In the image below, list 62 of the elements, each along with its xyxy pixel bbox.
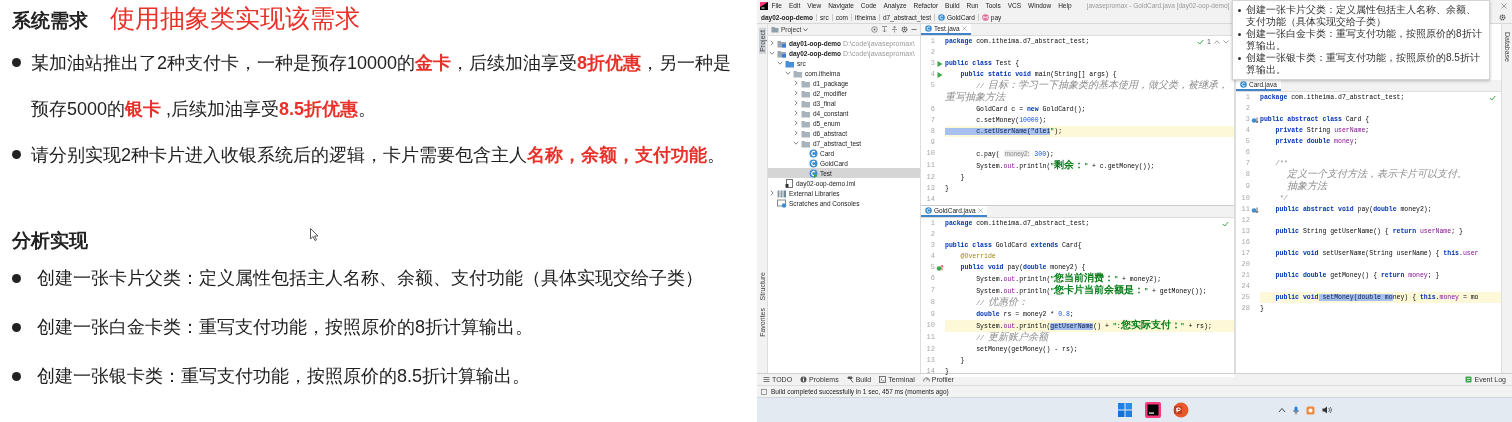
class-icon xyxy=(809,158,818,168)
target-icon[interactable] xyxy=(871,26,878,33)
hammer-icon xyxy=(846,376,854,383)
chevron-up-icon[interactable] xyxy=(1278,407,1286,413)
class-icon xyxy=(938,13,945,21)
microphone-icon[interactable] xyxy=(1293,405,1299,415)
bullet-text: 某加油站推出了2种支付卡，一种是预存10000的金卡，后续加油享受8折优惠，另一种是预存5000的银卡 ,后续加油享受8.5折优惠。 xyxy=(31,52,733,121)
file-icon xyxy=(785,178,794,188)
console-icon xyxy=(777,198,787,208)
list-icon xyxy=(763,376,770,383)
info-icon xyxy=(800,376,808,383)
app-tray-icon[interactable] xyxy=(1306,405,1315,415)
code-line: 抽象方法 xyxy=(1286,181,1329,193)
bullet-dot xyxy=(12,323,21,332)
bullet-dot xyxy=(1238,33,1241,36)
bullet-dot xyxy=(1238,9,1241,12)
class-icon xyxy=(809,168,818,178)
chevron-down-icon[interactable] xyxy=(1223,39,1229,44)
caret-icon xyxy=(803,27,809,32)
start-icon[interactable] xyxy=(1117,402,1133,418)
bullet-text: 创建一张卡片父类：定义属性包括主人名称、余额、支付功能（具体实现交给子类） xyxy=(37,267,703,290)
bullet-text: 创建一张银卡类：重写支付功能，按照原价的8.5折计算输出。 xyxy=(1246,52,1481,76)
presentation-app-icon[interactable] xyxy=(1173,402,1189,418)
check-icon[interactable] xyxy=(1222,220,1229,227)
expand-all-icon[interactable] xyxy=(891,26,898,33)
app-logo-icon[interactable] xyxy=(760,1,768,10)
section-heading: 分析实现 xyxy=(12,229,88,253)
bullet-dot xyxy=(12,372,21,381)
close-icon[interactable] xyxy=(977,208,983,213)
terminal-icon xyxy=(879,376,887,383)
bullet-dot xyxy=(12,58,21,67)
module-folder-icon xyxy=(777,38,787,48)
slide-title: 使用抽象类实现该需求 xyxy=(110,3,360,34)
code-line: 定义一个支付方法，表示卡片可以支付。 xyxy=(1286,169,1469,180)
close-icon[interactable] xyxy=(1501,2,1507,9)
collapse-all-icon[interactable] xyxy=(881,26,888,33)
class-icon xyxy=(925,25,932,32)
class-icon xyxy=(809,148,818,158)
module-folder-icon xyxy=(777,48,787,58)
folder-icon xyxy=(771,26,779,33)
bullet-dot xyxy=(1238,57,1241,60)
check-icon[interactable] xyxy=(1197,38,1205,45)
method-icon xyxy=(981,13,989,21)
ide-app-icon[interactable] xyxy=(1145,402,1161,418)
bullet-text: 创建一张卡片父类：定义属性包括主人名称、余额、支付功能（具体实现交给子类） xyxy=(1246,4,1477,28)
speaker-icon[interactable] xyxy=(1322,406,1332,414)
gauge-icon xyxy=(922,376,930,383)
bullet-text: 请分别实现2种卡片进入收银系统后的逻辑，卡片需要包含主人名称，余额，支付功能。 xyxy=(31,144,726,167)
bullet-dot xyxy=(12,274,21,283)
bullet-text: 创建一张银卡类：重写支付功能，按照原价的8.5折计算输出。 xyxy=(37,365,531,388)
gear-icon[interactable] xyxy=(1499,13,1506,21)
bullet-dot xyxy=(12,150,21,159)
section-heading: 系统需求 xyxy=(12,9,88,33)
mouse-cursor-icon xyxy=(310,228,319,241)
close-icon[interactable] xyxy=(961,26,967,31)
check-icon[interactable] xyxy=(1489,94,1496,101)
gear-icon[interactable] xyxy=(901,26,908,33)
library-icon xyxy=(777,188,787,198)
event-log-icon xyxy=(1465,376,1473,383)
bullet-text: 创建一张白金卡类：重写支付功能，按照原价的8折计算输出。 xyxy=(1246,28,1483,52)
minimize-icon[interactable] xyxy=(911,26,917,33)
bullet-text: 创建一张白金卡类：重写支付功能，按照原价的8折计算输出。 xyxy=(37,316,533,339)
